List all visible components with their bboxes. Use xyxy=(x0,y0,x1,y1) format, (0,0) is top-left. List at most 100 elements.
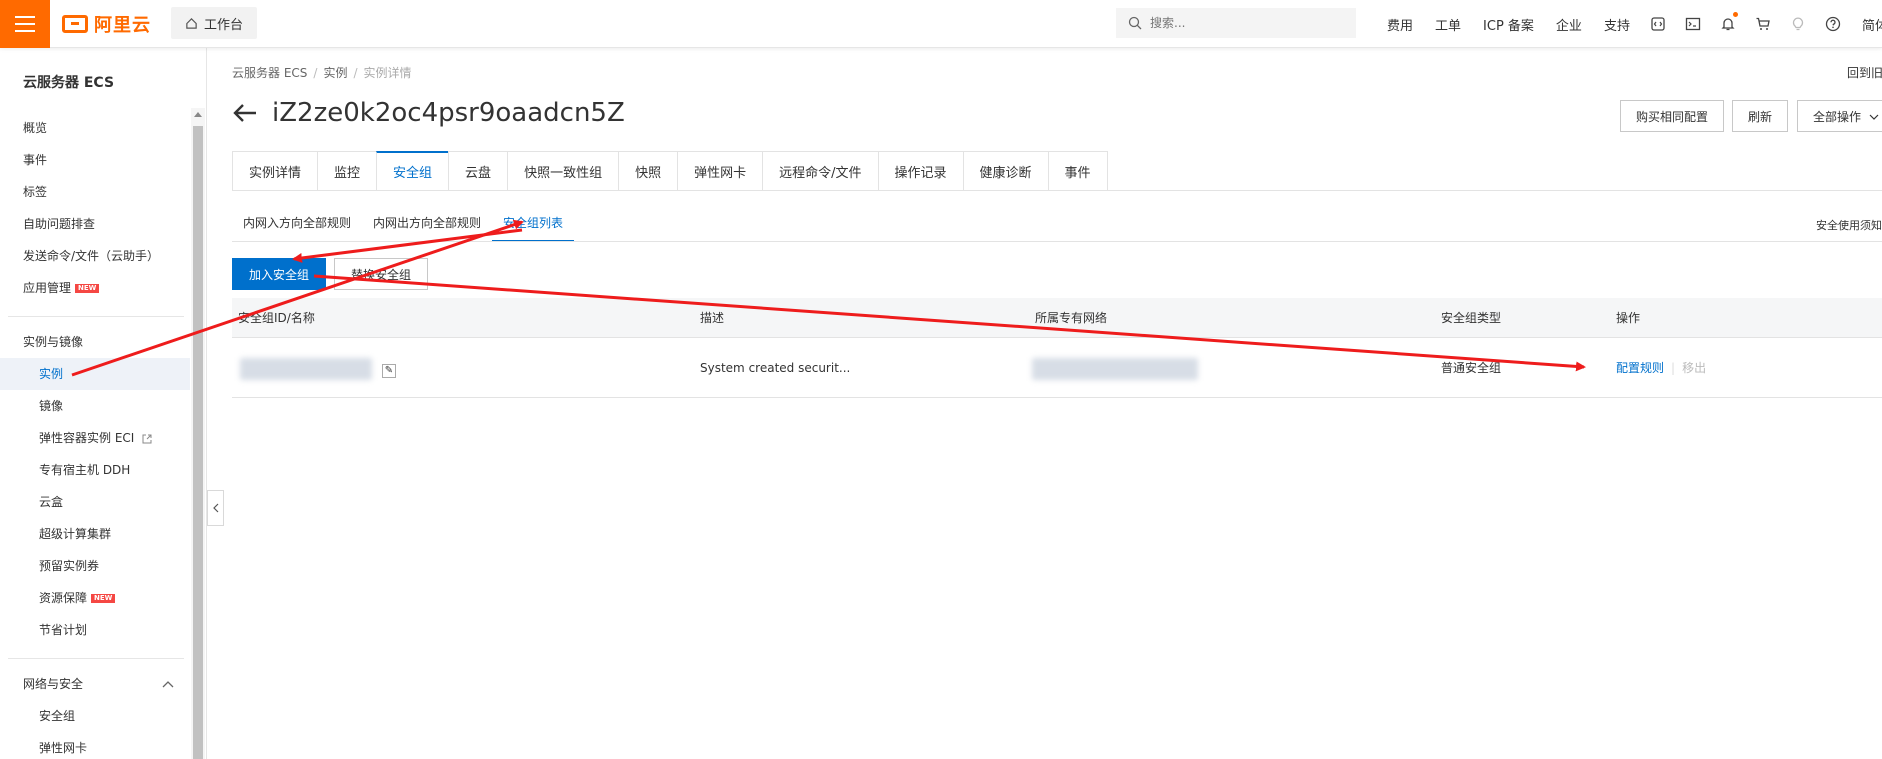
redacted-security-group-id[interactable] xyxy=(240,358,372,380)
sidebar-item-instances[interactable]: 实例 xyxy=(0,358,190,390)
nav-billing[interactable]: 费用 xyxy=(1376,15,1424,34)
subtab-outbound-rules[interactable]: 内网出方向全部规则 xyxy=(362,212,492,242)
nav-enterprise[interactable]: 企业 xyxy=(1545,15,1593,34)
sidebar-item-security-groups[interactable]: 安全组 xyxy=(0,700,190,732)
sidebar-item-events[interactable]: 事件 xyxy=(0,144,190,176)
breadcrumb-current: 实例详情 xyxy=(363,66,412,80)
lightbulb-icon[interactable] xyxy=(1781,0,1816,48)
buy-same-config-button[interactable]: 购买相同配置 xyxy=(1620,100,1725,132)
tab-snapshot-consistency-groups[interactable]: 快照一致性组 xyxy=(507,151,619,191)
sidebar-item-tags[interactable]: 标签 xyxy=(0,176,190,208)
sidebar-item-overview[interactable]: 概览 xyxy=(0,112,190,144)
sidebar-item-eni[interactable]: 弹性网卡 xyxy=(0,732,190,759)
subtab-security-group-list[interactable]: 安全组列表 xyxy=(492,212,575,242)
workbench-button[interactable]: 工作台 xyxy=(171,7,258,39)
language-switch[interactable]: 简体 xyxy=(1851,15,1882,34)
sidebar-item-resource-assurance[interactable]: 资源保障 NEW xyxy=(0,582,190,614)
chevron-up-icon xyxy=(162,681,174,688)
tab-security-groups[interactable]: 安全组 xyxy=(376,151,449,191)
security-group-table: 安全组ID/名称 描述 所属专有网络 安全组类型 操作 ✎ System cre… xyxy=(232,298,1882,398)
replace-security-group-button[interactable]: 替换安全组 xyxy=(334,258,428,290)
action-separator: | xyxy=(1671,361,1676,375)
scroll-up-arrow-icon[interactable] xyxy=(194,112,202,117)
sidebar-item-app-management[interactable]: 应用管理 NEW xyxy=(0,272,190,304)
configure-rules-link[interactable]: 配置规则 xyxy=(1616,361,1664,375)
external-link-icon xyxy=(142,434,152,443)
sidebar-item-send-command[interactable]: 发送命令/文件（云助手） xyxy=(0,240,190,272)
tab-operation-logs[interactable]: 操作记录 xyxy=(877,151,963,191)
scrollbar-thumb[interactable] xyxy=(193,126,203,759)
sidebar-item-troubleshoot[interactable]: 自助问题排查 xyxy=(0,208,190,240)
sidebar-item-ddh[interactable]: 专有宿主机 DDH xyxy=(0,454,190,486)
sidebar-item-scc[interactable]: 超级计算集群 xyxy=(0,518,190,550)
notification-dot xyxy=(1732,12,1738,17)
cell-description: System created securit... xyxy=(700,361,851,375)
edit-icon[interactable]: ✎ xyxy=(382,364,396,378)
help-icon[interactable] xyxy=(1816,0,1851,48)
tab-health-diagnosis[interactable]: 健康诊断 xyxy=(962,151,1048,191)
redacted-vpc[interactable] xyxy=(1032,358,1198,380)
detail-tabs: 实例详情 监控 安全组 云盘 快照一致性组 快照 弹性网卡 远程命令/文件 操作… xyxy=(232,151,1108,191)
sidebar-group-instances-images[interactable]: 实例与镜像 xyxy=(0,326,190,358)
sidebar-item-reserved-instances[interactable]: 预留实例券 xyxy=(0,550,190,582)
menu-icon[interactable] xyxy=(0,0,50,48)
nav-ticket[interactable]: 工单 xyxy=(1424,15,1472,34)
chevron-left-icon xyxy=(212,503,218,513)
add-security-group-button[interactable]: 加入安全组 xyxy=(232,258,326,290)
remove-link[interactable]: 移出 xyxy=(1682,361,1706,375)
sidebar-divider xyxy=(8,658,184,659)
col-header-description: 描述 xyxy=(700,311,725,325)
code-icon[interactable] xyxy=(1641,0,1676,48)
bell-icon[interactable] xyxy=(1711,0,1746,48)
logo-text: 阿里云 xyxy=(94,15,151,36)
nav-icp[interactable]: ICP 备案 xyxy=(1472,15,1545,34)
breadcrumb-ecs[interactable]: 云服务器 ECS xyxy=(232,66,307,80)
chevron-down-icon xyxy=(1869,114,1879,120)
workbench-label: 工作台 xyxy=(204,17,244,33)
tab-remote-commands[interactable]: 远程命令/文件 xyxy=(762,151,878,191)
sidebar-item-label: 弹性容器实例 ECI xyxy=(39,431,135,445)
cell-type: 普通安全组 xyxy=(1441,361,1502,375)
terminal-icon[interactable] xyxy=(1676,0,1711,48)
sidebar-item-eci[interactable]: 弹性容器实例 ECI xyxy=(0,422,190,454)
sidebar-group-label: 网络与安全 xyxy=(23,677,84,691)
top-nav: 费用 工单 ICP 备案 企业 支持 简体 xyxy=(1376,0,1882,48)
tab-eni[interactable]: 弹性网卡 xyxy=(677,151,763,191)
sidebar-item-savings-plan[interactable]: 节省计划 xyxy=(0,614,190,646)
refresh-button[interactable]: 刷新 xyxy=(1732,100,1789,132)
sidebar-divider xyxy=(8,316,184,317)
aliyun-logo[interactable]: 阿里云 xyxy=(62,11,151,37)
sidebar-group-network-security[interactable]: 网络与安全 xyxy=(0,668,190,700)
tab-events[interactable]: 事件 xyxy=(1047,151,1108,191)
all-operations-dropdown[interactable]: 全部操作 xyxy=(1797,100,1882,132)
tab-instance-details[interactable]: 实例详情 xyxy=(232,151,318,191)
table-row: ✎ System created securit... 普通安全组 配置规则 | 移… xyxy=(232,338,1882,398)
col-header-type: 安全组类型 xyxy=(1441,311,1502,325)
new-badge: NEW xyxy=(75,284,100,293)
page-title: iZ2ze0k2oc4psr9oaadcn5Z xyxy=(272,98,625,128)
breadcrumb-instances[interactable]: 实例 xyxy=(323,66,347,80)
sidebar-scrollbar[interactable] xyxy=(191,108,205,759)
sidebar-collapse-button[interactable] xyxy=(207,490,224,526)
top-bar: 阿里云 工作台 费用 工单 ICP 备案 企业 支持 xyxy=(0,0,1882,48)
security-notice-link[interactable]: 安全使用须知 xyxy=(1816,217,1882,233)
cart-icon[interactable] xyxy=(1746,0,1781,48)
logo-mark-icon xyxy=(62,15,88,33)
all-operations-label: 全部操作 xyxy=(1813,109,1862,124)
sidebar-item-label: 资源保障 xyxy=(39,591,88,605)
sidebar-item-cloud-box[interactable]: 云盒 xyxy=(0,486,190,518)
tab-snapshots[interactable]: 快照 xyxy=(618,151,678,191)
subtabs-divider xyxy=(232,241,1882,242)
back-arrow-icon[interactable] xyxy=(232,103,258,123)
search-icon xyxy=(1128,16,1142,30)
tab-monitoring[interactable]: 监控 xyxy=(317,151,377,191)
tab-disks[interactable]: 云盘 xyxy=(448,151,508,191)
back-to-old-link[interactable]: 回到旧 xyxy=(1847,64,1882,81)
subtab-inbound-rules[interactable]: 内网入方向全部规则 xyxy=(232,212,362,242)
sidebar-item-images[interactable]: 镜像 xyxy=(0,390,190,422)
col-header-vpc: 所属专有网络 xyxy=(1035,311,1108,325)
search-input[interactable] xyxy=(1150,16,1350,30)
search-box[interactable] xyxy=(1116,8,1356,38)
nav-support[interactable]: 支持 xyxy=(1593,15,1641,34)
table-header: 安全组ID/名称 描述 所属专有网络 安全组类型 操作 xyxy=(232,298,1882,338)
